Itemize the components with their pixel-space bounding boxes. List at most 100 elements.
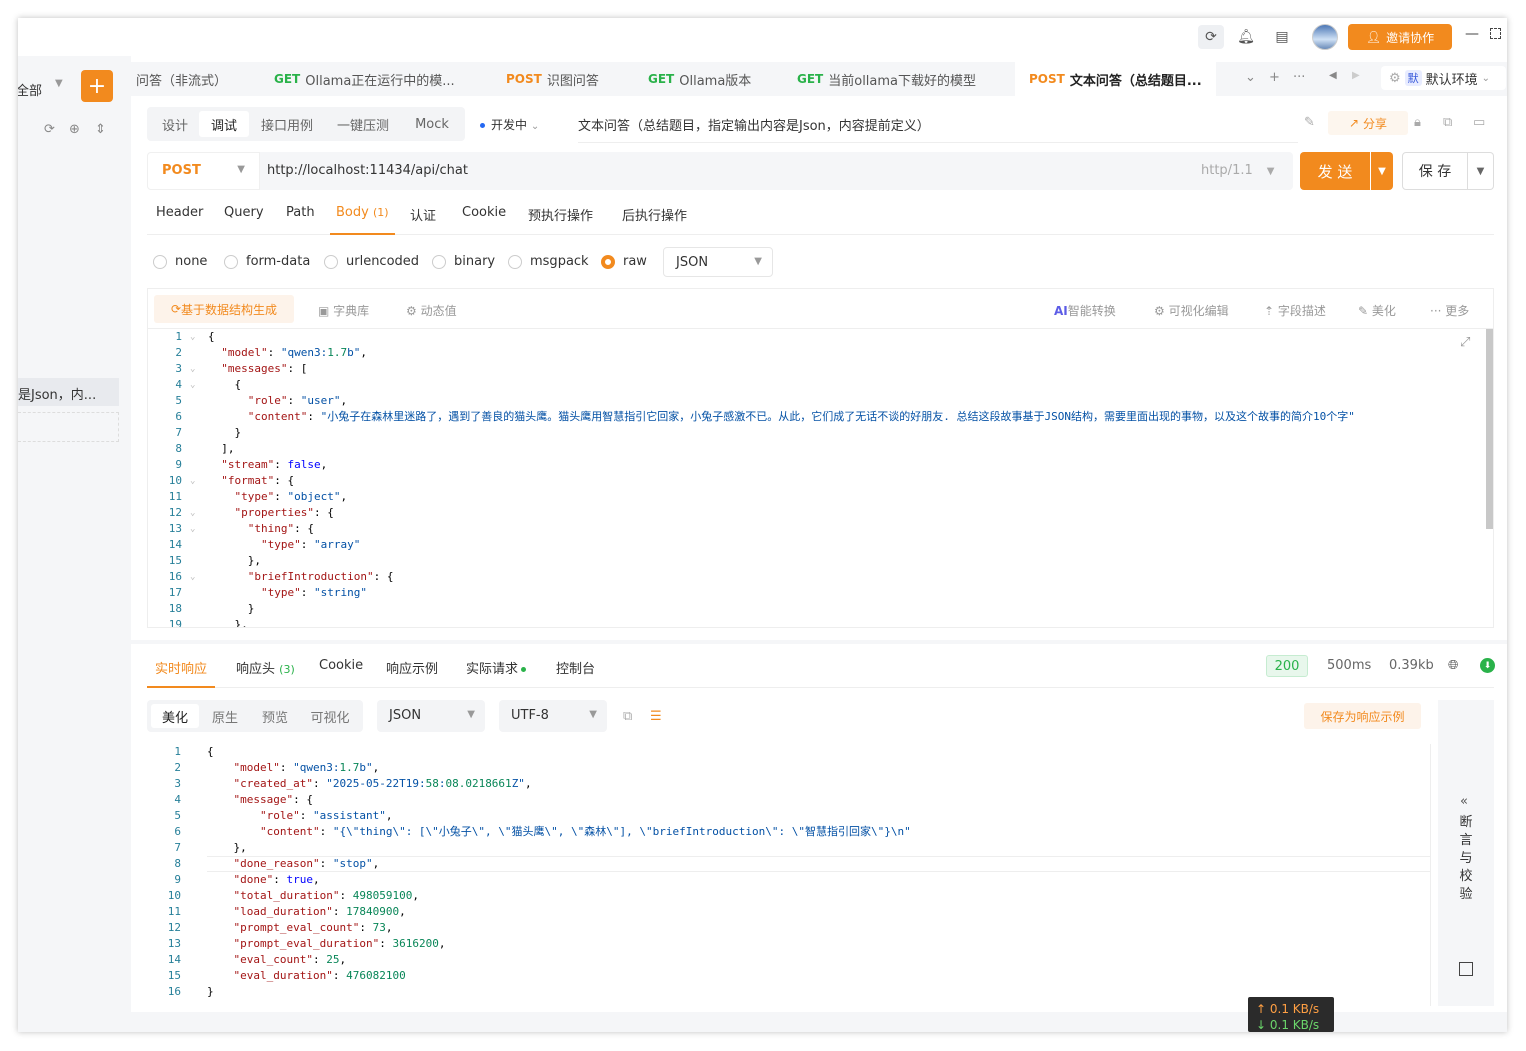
locate-icon[interactable]: ⊕ bbox=[69, 122, 80, 137]
more-button[interactable]: ··· 更多 bbox=[1430, 302, 1469, 319]
tab-realtime-response[interactable]: 实时响应 bbox=[147, 658, 216, 688]
note-icon[interactable]: ▤ bbox=[1269, 25, 1295, 49]
copy-icon[interactable]: ⧉ bbox=[1443, 115, 1452, 130]
radio-binary[interactable]: binary bbox=[432, 254, 495, 269]
mode-debug[interactable]: 调试 bbox=[199, 111, 249, 137]
format-icon[interactable]: ✎ bbox=[1304, 115, 1315, 130]
fold-icon[interactable]: ⌄ bbox=[190, 361, 195, 377]
tab-header[interactable]: Header bbox=[156, 205, 203, 235]
radio-none[interactable]: none bbox=[153, 254, 207, 269]
tab-response-headers[interactable]: 响应头 (3) bbox=[236, 658, 295, 688]
lock-icon[interactable]: 🔒︎ bbox=[1414, 115, 1421, 130]
method-select[interactable]: POST ▼ bbox=[147, 152, 260, 190]
tab-response-examples[interactable]: 响应示例 bbox=[386, 658, 438, 688]
bell-icon[interactable]: 🔔︎ bbox=[1233, 25, 1259, 49]
mode-design[interactable]: 设计 bbox=[151, 111, 199, 137]
fold-icon[interactable]: ⌄ bbox=[190, 377, 195, 393]
tab-request[interactable]: 问答（非流式） bbox=[131, 62, 227, 96]
request-name-input[interactable]: 文本问答（总结题目，指定输出内容是Json，内容提前定义） bbox=[578, 115, 1298, 143]
radio-form-data[interactable]: form-data bbox=[224, 254, 310, 269]
view-raw[interactable]: 原生 bbox=[201, 704, 249, 728]
editor-scrollbar[interactable] bbox=[1486, 329, 1493, 529]
send-dropdown-button[interactable]: ▼ bbox=[1371, 152, 1393, 190]
save-button[interactable]: 保 存 bbox=[1402, 152, 1468, 190]
tab-request-active[interactable]: POST 文本问答（总结题目... bbox=[1015, 62, 1216, 96]
tab-query[interactable]: Query bbox=[224, 205, 264, 235]
environment-select[interactable]: ⚙ 默默认环境 ⌄ bbox=[1381, 66, 1506, 90]
add-button[interactable]: + bbox=[81, 70, 113, 102]
tab-request[interactable]: GET Ollama版本 bbox=[648, 62, 751, 96]
radio-raw[interactable]: raw bbox=[601, 254, 647, 269]
dynamic-value-button[interactable]: ⚙ 动态值 bbox=[406, 302, 457, 319]
send-button[interactable]: 发 送 bbox=[1300, 152, 1370, 190]
fold-icon[interactable]: ⌄ bbox=[190, 521, 195, 537]
tab-response-cookie[interactable]: Cookie bbox=[319, 658, 363, 688]
maximize-icon[interactable] bbox=[1490, 28, 1501, 39]
url-input[interactable]: http://localhost:11434/api/chat bbox=[267, 163, 468, 178]
fold-icon[interactable]: ⌄ bbox=[190, 329, 195, 345]
tab-pre-actions[interactable]: 预执行操作 bbox=[528, 205, 593, 235]
tree-item-selected[interactable]: 是Json，内... bbox=[18, 378, 119, 406]
raw-format-select[interactable]: JSON ▼ bbox=[663, 247, 773, 277]
more-icon[interactable]: ··· bbox=[1293, 70, 1305, 85]
pane-divider[interactable] bbox=[131, 640, 1507, 644]
tab-post-actions[interactable]: 后执行操作 bbox=[622, 205, 687, 235]
view-preview[interactable]: 预览 bbox=[251, 704, 299, 728]
save-dropdown-button[interactable]: ▼ bbox=[1468, 152, 1494, 190]
mode-test-case[interactable]: 接口用例 bbox=[251, 111, 323, 137]
smart-convert-button[interactable]: AI智能转换 bbox=[1054, 302, 1116, 319]
radio-msgpack[interactable]: msgpack bbox=[508, 254, 589, 269]
dictionary-button[interactable]: ▣ 字典库 bbox=[318, 302, 369, 319]
chevron-down-icon[interactable]: ⌄ bbox=[1245, 70, 1256, 85]
generate-from-schema-button[interactable]: ⟳ 基于数据结构生成 bbox=[154, 295, 294, 323]
beautify-button[interactable]: ✎ 美化 bbox=[1358, 302, 1396, 319]
visual-edit-button[interactable]: ⚙ 可视化编辑 bbox=[1154, 302, 1229, 319]
tab-actual-request[interactable]: 实际请求 bbox=[466, 658, 527, 688]
tab-request[interactable]: GET 当前ollama下载好的模型 bbox=[797, 62, 976, 96]
tab-console[interactable]: 控制台 bbox=[556, 658, 595, 688]
tab-request[interactable]: GET Ollama正在运行中的模... bbox=[274, 62, 455, 96]
layout-icon[interactable] bbox=[1459, 962, 1473, 976]
plus-icon[interactable]: + bbox=[1269, 70, 1280, 85]
format-lines-icon[interactable]: ☰ bbox=[650, 709, 662, 724]
minimize-icon[interactable]: — bbox=[1465, 26, 1479, 42]
tab-body[interactable]: Body (1) bbox=[330, 205, 395, 235]
response-scrollbar[interactable] bbox=[1430, 744, 1431, 1006]
assertion-panel[interactable]: « 断言与校验 bbox=[1438, 700, 1494, 1006]
tab-auth[interactable]: 认证 bbox=[410, 205, 436, 235]
view-pretty[interactable]: 美化 bbox=[151, 704, 199, 728]
field-desc-button[interactable]: ⇡ 字段描述 bbox=[1264, 302, 1326, 319]
arrow-left-icon[interactable]: ◀ bbox=[1329, 70, 1337, 81]
archive-icon[interactable]: ▭ bbox=[1473, 115, 1485, 130]
refresh-icon[interactable]: ⟳ bbox=[1198, 25, 1224, 49]
fold-icon[interactable]: ⌄ bbox=[190, 473, 195, 489]
mode-mock[interactable]: Mock bbox=[403, 111, 461, 137]
arrow-right-icon[interactable]: ▶ bbox=[1352, 70, 1360, 81]
avatar[interactable] bbox=[1312, 24, 1338, 50]
share-button[interactable]: ↗ 分享 bbox=[1328, 111, 1408, 135]
view-visual[interactable]: 可视化 bbox=[301, 704, 359, 728]
chevron-left-icon[interactable]: « bbox=[1460, 794, 1468, 809]
radio-urlencoded[interactable]: urlencoded bbox=[324, 254, 419, 269]
protocol-select[interactable]: http/1.1 ▼ bbox=[1201, 163, 1274, 178]
mode-load-test[interactable]: 一键压测 bbox=[327, 111, 399, 137]
expand-icon[interactable]: ⤢ bbox=[1460, 335, 1470, 351]
download-icon[interactable]: ⬇ bbox=[1480, 658, 1495, 673]
request-body-editor[interactable]: 1 ⌄{2 "model": "qwen3:1.7b", 3 ⌄ "messages"… bbox=[147, 328, 1494, 628]
fold-icon[interactable]: ⌄ bbox=[190, 569, 195, 585]
status-select[interactable]: 开发中 ⌄ bbox=[480, 116, 539, 133]
copy-icon[interactable]: ⧉ bbox=[623, 709, 632, 724]
tab-path[interactable]: Path bbox=[286, 205, 315, 235]
tab-request[interactable]: POST 识图问答 bbox=[506, 62, 599, 96]
globe-icon[interactable]: 🌐︎ bbox=[1448, 658, 1458, 673]
chevron-down-icon[interactable]: ▼ bbox=[55, 78, 63, 89]
fold-icon[interactable]: ⌄ bbox=[190, 505, 195, 521]
encoding-select[interactable]: UTF-8 ▼ bbox=[499, 700, 607, 732]
response-format-select[interactable]: JSON ▼ bbox=[377, 700, 485, 732]
refresh-icon[interactable]: ⟳ bbox=[44, 122, 55, 137]
filter-label[interactable]: 全部 bbox=[18, 80, 42, 99]
invite-button[interactable]: 👤︎ 邀请协作 bbox=[1348, 24, 1452, 50]
tab-cookie[interactable]: Cookie bbox=[462, 205, 506, 235]
expand-collapse-icon[interactable]: ⇕ bbox=[95, 122, 106, 137]
save-as-example-button[interactable]: 保存为响应示例 bbox=[1304, 703, 1421, 729]
